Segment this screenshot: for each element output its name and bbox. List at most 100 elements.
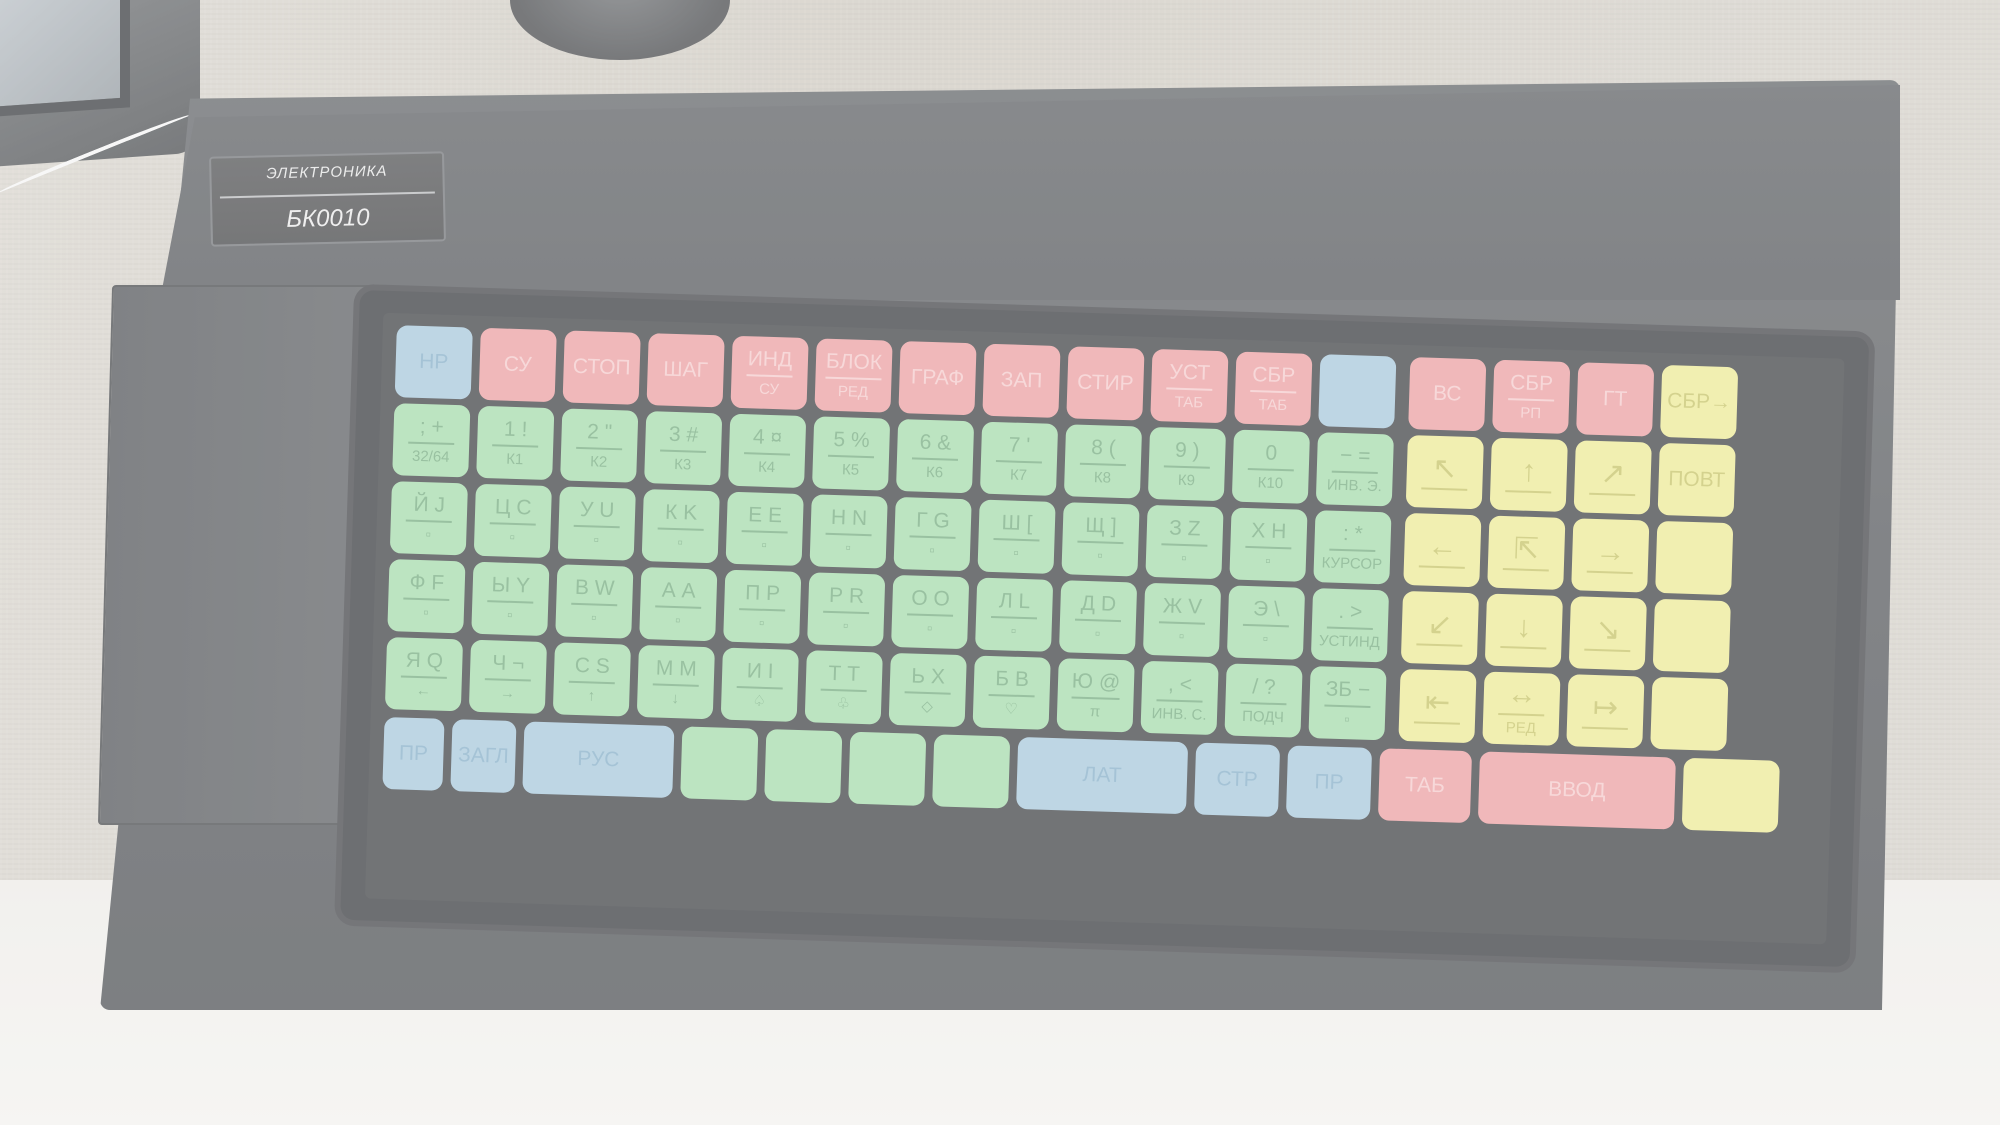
key[interactable]: 8 (К8 (1063, 424, 1143, 499)
key[interactable]: ↔ РЕД (1482, 671, 1561, 746)
key-sublabel: ▫ (593, 531, 600, 549)
key[interactable]: Л L ▫ (975, 577, 1054, 652)
key-sublabel: ♧ (836, 694, 851, 713)
key[interactable] (1652, 598, 1731, 674)
key[interactable]: СТР (1193, 742, 1281, 818)
key[interactable] (932, 734, 1011, 809)
key[interactable]: Ы Y ▫ (471, 561, 550, 637)
key[interactable]: ГРАФ (898, 341, 977, 416)
key[interactable]: 1 ! К1 (476, 405, 555, 481)
key[interactable] (848, 731, 927, 806)
key[interactable]: . > УСТИНД (1310, 588, 1390, 663)
key[interactable] (680, 726, 759, 801)
key[interactable]: ТАБ (1377, 748, 1473, 824)
key[interactable] (764, 728, 843, 804)
key[interactable]: К K ▫ (641, 489, 720, 564)
key[interactable]: Г G ▫ (893, 496, 972, 572)
key[interactable]: Щ ] ▫ (1061, 502, 1140, 577)
key[interactable]: ⇤ (1398, 668, 1477, 744)
key[interactable] (1655, 520, 1734, 596)
key[interactable]: 7 ' К7 (979, 421, 1059, 496)
key[interactable]: ↙ (1400, 590, 1480, 666)
key[interactable]: Ь X ◇ (888, 652, 967, 728)
key[interactable]: Т T ♧ (804, 650, 883, 725)
key[interactable]: 4 ¤ К4 (728, 413, 807, 489)
key[interactable]: 2 " К2 (560, 408, 639, 483)
key[interactable]: СБР→ (1660, 364, 1739, 440)
key[interactable]: Х H ▫ (1229, 507, 1308, 582)
key[interactable]: 9 ) К9 (1147, 426, 1227, 502)
key[interactable]: В W ▫ (555, 564, 634, 639)
key[interactable]: ЗАП (982, 343, 1061, 418)
key[interactable]: 5 % К5 (811, 416, 891, 491)
key-label: ПР (1314, 770, 1344, 795)
key[interactable]: ↖ (1405, 434, 1484, 510)
key[interactable]: СБР ТАБ (1234, 351, 1313, 426)
key-label: , < (1156, 671, 1204, 703)
key[interactable] (1681, 757, 1780, 833)
key[interactable]: Ю @ π (1056, 658, 1135, 733)
key[interactable]: ИНД СУ (730, 335, 809, 411)
key-label: ТАБ (1404, 773, 1446, 798)
key[interactable]: 0 К10 (1231, 429, 1311, 504)
key[interactable]: ↑ (1489, 437, 1568, 512)
keyboard-frame: НР СУ СТОП ШАГ ИНД СУ БЛОК РЕД ГРАФ ЗАП СТИР УСТ ТАБ… (340, 290, 1870, 968)
key[interactable] (1650, 676, 1729, 752)
key[interactable]: С S ↑ (552, 642, 631, 717)
key[interactable]: СТИР (1066, 346, 1145, 421)
key[interactable]: Б B ♡ (972, 655, 1051, 730)
key[interactable]: СТОП (562, 330, 641, 405)
key[interactable]: − = ИНВ. Э. (1315, 432, 1394, 507)
key[interactable]: П P ▫ (723, 569, 802, 644)
key[interactable]: У U ▫ (557, 486, 636, 561)
key[interactable] (1318, 354, 1397, 429)
key[interactable]: Ф F ▫ (387, 559, 466, 634)
key[interactable]: Р R ▫ (807, 572, 886, 647)
key[interactable]: 3 # К3 (644, 411, 723, 486)
key-label: ЗАГЛ (457, 743, 510, 769)
key[interactable]: ↦ (1566, 674, 1645, 749)
key[interactable]: ШАГ (646, 333, 725, 408)
key[interactable]: НР (394, 325, 473, 400)
key[interactable]: , < ИНВ. С. (1140, 660, 1219, 736)
key[interactable]: Н N ▫ (809, 494, 888, 569)
key[interactable]: ПР (1285, 745, 1373, 820)
key[interactable]: → (1571, 518, 1650, 593)
key[interactable]: Й J ▫ (389, 481, 468, 556)
key[interactable]: ЗБ − ▫ (1308, 666, 1387, 741)
key[interactable]: ↓ (1484, 593, 1563, 668)
key[interactable]: УСТ ТАБ (1150, 348, 1229, 424)
key[interactable]: Ш [▫ (977, 499, 1056, 574)
key[interactable]: / ? ПОДЧ (1224, 663, 1303, 738)
key[interactable]: ПР (382, 716, 445, 791)
key[interactable]: ; + 32/64 (392, 403, 471, 478)
key[interactable]: СУ (478, 327, 557, 403)
key[interactable]: : * КУРСОР (1313, 510, 1392, 585)
key[interactable]: ВВОД (1477, 751, 1676, 830)
key[interactable]: ПОВТ (1657, 442, 1736, 518)
key[interactable]: РУС (522, 721, 675, 799)
key[interactable]: ↗ (1573, 440, 1652, 515)
key[interactable]: Э \ ▫ (1226, 585, 1306, 660)
key[interactable]: И I ♤ (720, 647, 799, 722)
key[interactable]: М M ↓ (636, 644, 715, 720)
key[interactable]: Д D ▫ (1058, 580, 1138, 655)
key[interactable]: 6 & К6 (895, 418, 975, 494)
key[interactable]: А A ▫ (639, 566, 718, 642)
key[interactable]: ← (1403, 512, 1482, 588)
key[interactable]: З Z ▫ (1145, 504, 1224, 580)
key[interactable]: Ч ¬ → (468, 639, 548, 715)
key[interactable]: ГТ (1576, 362, 1655, 437)
key[interactable]: ЗАГЛ (450, 719, 517, 794)
key[interactable]: Ц C ▫ (473, 483, 552, 559)
key[interactable]: ЛАТ (1016, 736, 1189, 815)
key[interactable]: БЛОК РЕД (814, 338, 893, 413)
key[interactable]: Ж V ▫ (1142, 582, 1222, 658)
key[interactable]: О O ▫ (891, 574, 970, 650)
key[interactable]: Я Q ← (384, 637, 464, 712)
key[interactable]: ⇱ (1487, 515, 1566, 590)
key[interactable]: СБР РП (1492, 359, 1571, 435)
key[interactable]: ↘ (1568, 596, 1647, 671)
key[interactable]: Е E ▫ (725, 491, 804, 567)
key[interactable]: ВС (1408, 357, 1487, 432)
